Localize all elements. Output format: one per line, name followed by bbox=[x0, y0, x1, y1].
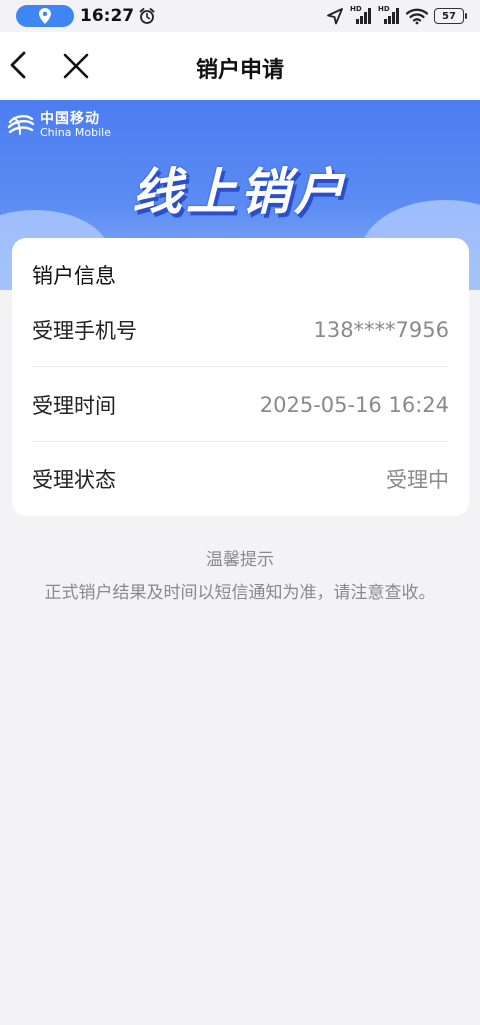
page-title: 销户申请 bbox=[195, 58, 284, 83]
china-mobile-logo-icon bbox=[7, 114, 35, 135]
navigation-arrow-icon bbox=[327, 8, 343, 25]
battery-level: 57 bbox=[442, 10, 456, 22]
signal-2-icon: HD bbox=[378, 5, 400, 25]
info-row-status: 受理状态 受理中 bbox=[32, 443, 449, 515]
cancellation-info-card: 销户信息 受理手机号 138****7956 受理时间 2025-05-16 1… bbox=[12, 238, 469, 516]
info-label: 受理时间 bbox=[32, 393, 116, 418]
nav-bar: 销户申请 bbox=[0, 32, 480, 100]
battery-icon: 57 bbox=[434, 8, 467, 24]
info-label: 受理手机号 bbox=[32, 318, 137, 343]
tips-text: 正式销户结果及时间以短信通知为准，请注意查收。 bbox=[44, 583, 436, 603]
info-value: 138****7956 bbox=[313, 317, 449, 342]
status-right: HD HD 57 bbox=[326, 5, 467, 25]
location-pin-icon bbox=[39, 8, 51, 24]
info-row-time: 受理时间 2025-05-16 16:24 bbox=[32, 368, 449, 442]
info-row-phone: 受理手机号 138****7956 bbox=[32, 293, 449, 367]
location-pill[interactable] bbox=[16, 5, 74, 27]
alarm-icon bbox=[138, 7, 156, 25]
brand-name-cn: 中国移动 bbox=[40, 110, 100, 127]
status-time: 16:27 bbox=[80, 6, 135, 26]
hd-label: HD bbox=[378, 5, 390, 13]
banner-title: 线上销户 bbox=[132, 163, 348, 221]
signal-1-icon: HD bbox=[350, 5, 372, 25]
brand-name-en: China Mobile bbox=[40, 125, 112, 139]
china-mobile-brand: 中国移动 China Mobile bbox=[6, 110, 111, 140]
info-value: 受理中 bbox=[386, 468, 449, 492]
wifi-icon bbox=[406, 8, 428, 25]
status-bar: 16:27 HD HD 57 bbox=[0, 0, 480, 32]
card-title: 销户信息 bbox=[32, 264, 116, 288]
info-label: 受理状态 bbox=[32, 468, 116, 492]
info-value: 2025-05-16 16:24 bbox=[259, 392, 449, 417]
tips-title: 温馨提示 bbox=[206, 550, 274, 570]
hd-label: HD bbox=[350, 5, 362, 13]
